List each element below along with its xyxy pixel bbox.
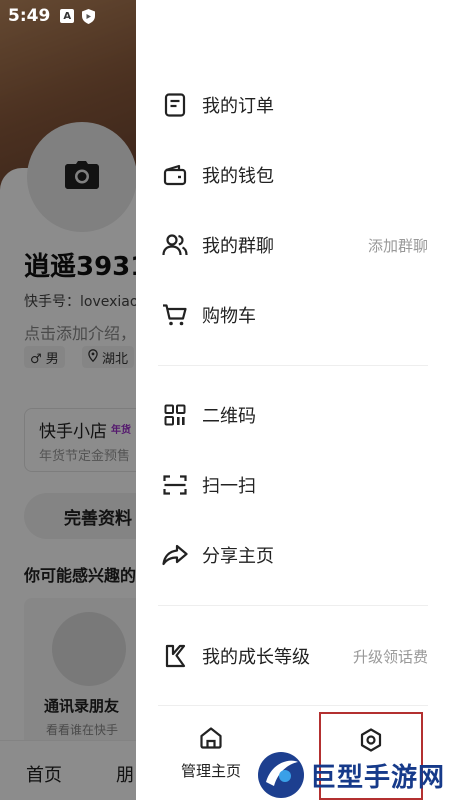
menu-label-qrcode: 二维码 [202, 406, 256, 427]
menu-item-orders[interactable]: 我的订单 [136, 77, 450, 133]
watermark-text: 巨型手游网 [310, 762, 446, 793]
qrcode-icon [162, 402, 188, 428]
upgrade-reward-link[interactable]: 升级领话费 [353, 646, 428, 667]
scan-icon [162, 472, 188, 498]
cart-icon [162, 302, 188, 328]
order-icon [162, 92, 188, 118]
group-chat-icon [162, 232, 188, 258]
menu-item-cart[interactable]: 购物车 [136, 287, 450, 343]
status-time: 5:49 [8, 6, 51, 26]
menu-label-share: 分享主页 [202, 546, 274, 567]
growth-level-icon [162, 643, 188, 669]
share-icon [162, 542, 188, 568]
shield-icon [82, 8, 96, 24]
side-drawer: 我的订单 我的钱包 我的群聊 添加群聊 购物车 二维码 扫一扫 分享主页 我的成… [136, 0, 450, 800]
menu-divider [158, 365, 428, 366]
menu-label-wallet: 我的钱包 [202, 166, 274, 187]
app-a-icon: A [60, 9, 75, 23]
menu-item-wallet[interactable]: 我的钱包 [136, 147, 450, 203]
home-icon [199, 726, 223, 754]
manage-homepage-button[interactable]: 管理主页 [176, 726, 246, 781]
menu-label-cart: 购物车 [202, 306, 256, 327]
menu-item-growth-level[interactable]: 我的成长等级 升级领话费 [136, 628, 450, 684]
menu-item-group-chat[interactable]: 我的群聊 添加群聊 [136, 217, 450, 273]
add-group-chat-link[interactable]: 添加群聊 [368, 235, 428, 256]
menu-item-share[interactable]: 分享主页 [136, 527, 450, 583]
menu-item-scan[interactable]: 扫一扫 [136, 457, 450, 513]
menu-divider [158, 705, 428, 706]
menu-item-qrcode[interactable]: 二维码 [136, 387, 450, 443]
site-watermark: 巨型手游网 [258, 750, 450, 800]
wallet-icon [162, 162, 188, 188]
menu-label-scan: 扫一扫 [202, 476, 256, 497]
menu-label-growth-level: 我的成长等级 [202, 647, 310, 668]
watermark-logo-icon [258, 752, 304, 798]
menu-divider [158, 605, 428, 606]
menu-label-group-chat: 我的群聊 [202, 236, 274, 257]
menu-label-orders: 我的订单 [202, 96, 274, 117]
manage-homepage-label: 管理主页 [180, 762, 241, 780]
